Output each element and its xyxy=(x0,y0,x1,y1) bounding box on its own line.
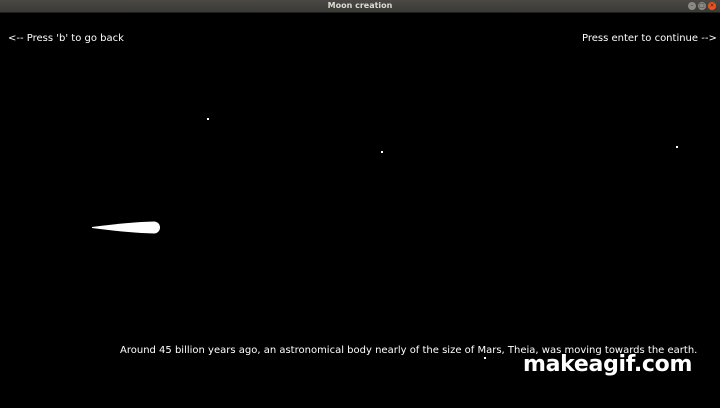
scene-canvas: <-- Press 'b' to go back Press enter to … xyxy=(0,13,720,408)
app-window: Moon creation – □ × <-- Press 'b' to go … xyxy=(0,0,720,408)
close-icon[interactable]: × xyxy=(708,2,716,10)
star xyxy=(381,151,383,153)
window-title: Moon creation xyxy=(327,1,393,10)
maximize-icon[interactable]: □ xyxy=(698,2,706,10)
continue-hint: Press enter to continue --> xyxy=(582,33,717,44)
star xyxy=(207,118,209,120)
watermark-logo: makeagif.com xyxy=(523,352,693,377)
star xyxy=(484,357,486,359)
minimize-icon[interactable]: – xyxy=(688,2,696,10)
title-bar[interactable]: Moon creation – □ × xyxy=(0,0,720,13)
theia-comet xyxy=(92,221,160,234)
back-hint: <-- Press 'b' to go back xyxy=(8,33,124,44)
star xyxy=(676,146,678,148)
